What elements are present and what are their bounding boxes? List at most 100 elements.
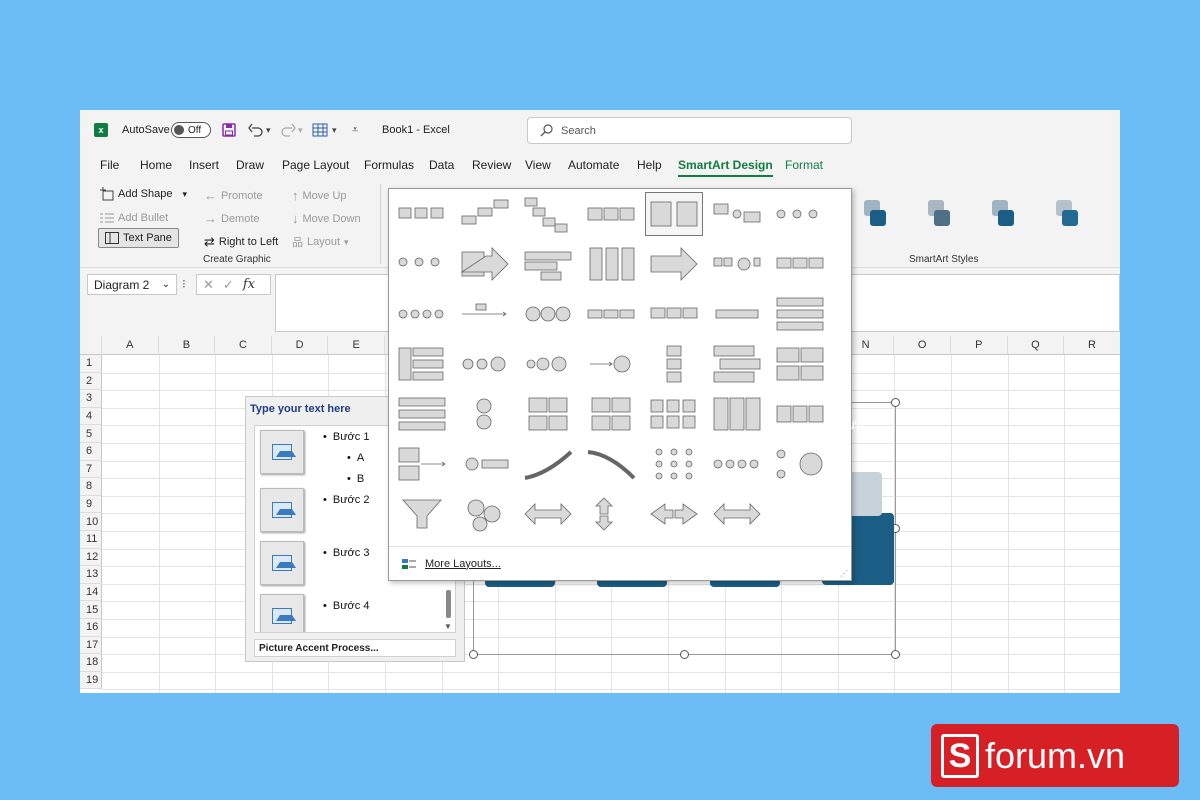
layout-thumbnail[interactable] [519,292,577,336]
column-header[interactable]: A [102,336,159,355]
layout-thumbnail[interactable] [519,192,577,236]
layout-thumbnail[interactable] [393,192,451,236]
layout-thumbnail[interactable] [582,442,640,486]
move-up-button[interactable]: ↑ Move Up [292,188,347,203]
layout-thumbnail[interactable] [582,342,640,386]
picture-placeholder-icon[interactable] [260,594,304,632]
layout-thumbnail[interactable] [393,292,451,336]
undo-icon[interactable] [248,110,264,150]
resize-handle[interactable] [469,650,478,659]
layout-thumbnail[interactable] [456,342,514,386]
tab-review[interactable]: Review [472,158,511,172]
column-header[interactable]: C [215,336,272,355]
layout-thumbnail[interactable] [519,342,577,386]
layout-thumbnail[interactable] [456,492,514,536]
tab-view[interactable]: View [525,158,551,172]
tab-format[interactable]: Format [785,158,823,172]
row-header[interactable]: 8 [80,478,102,496]
layout-thumbnail[interactable] [708,392,766,436]
tab-automate[interactable]: Automate [568,158,619,172]
layout-thumbnail[interactable] [519,392,577,436]
layout-thumbnail[interactable] [456,292,514,336]
save-icon[interactable] [222,110,236,150]
add-bullet-button[interactable]: Add Bullet [100,211,168,225]
picture-placeholder-icon[interactable] [260,488,304,532]
tab-smartart-design[interactable]: SmartArt Design [678,158,773,177]
scrollbar-thumb[interactable] [446,590,451,618]
row-header[interactable]: 12 [80,548,102,567]
layout-thumbnail[interactable] [519,242,577,286]
enter-icon[interactable]: ✓ [223,277,234,293]
tab-help[interactable]: Help [637,158,662,172]
layout-thumbnail[interactable] [393,392,451,436]
row-header[interactable]: 10 [80,513,102,531]
layout-thumbnail[interactable] [771,292,829,336]
layout-thumbnail[interactable] [645,292,703,336]
row-header[interactable]: 15 [80,601,102,619]
text-pane-bullet[interactable]: Bước 2 [323,494,370,506]
layout-thumbnail[interactable] [519,492,577,536]
customize-toolbar-icon[interactable]: ⩡ [352,110,358,150]
row-header[interactable]: 14 [80,583,102,602]
text-pane-bullet[interactable]: Bước 3 [323,547,370,559]
column-header[interactable]: Q [1007,336,1065,355]
row-header[interactable]: 11 [80,531,102,549]
row-header[interactable]: 4 [80,407,102,426]
smartart-style-3[interactable] [992,200,1014,228]
layout-thumbnail[interactable] [582,292,640,336]
layout-thumbnail[interactable] [393,492,451,536]
tab-page-layout[interactable]: Page Layout [282,158,349,172]
autosave-toggle[interactable]: Off [171,110,211,150]
row-header[interactable]: 19 [80,671,102,690]
row-header[interactable]: 18 [80,654,102,672]
column-header[interactable]: P [951,336,1008,355]
layout-thumbnail[interactable] [708,442,766,486]
resize-handle[interactable] [891,398,900,407]
tab-draw[interactable]: Draw [236,158,264,172]
tab-home[interactable]: Home [140,158,172,172]
layout-thumbnail[interactable] [456,242,514,286]
picture-placeholder-icon[interactable] [260,541,304,585]
tab-data[interactable]: Data [429,158,454,172]
row-header[interactable]: 5 [80,425,102,443]
layout-thumbnail[interactable] [582,192,640,236]
redo-icon[interactable] [280,110,296,150]
row-header[interactable]: 9 [80,495,102,514]
table-icon[interactable] [312,110,328,150]
layout-thumbnail[interactable] [645,192,703,236]
layout-thumbnail[interactable] [582,392,640,436]
layout-name-link[interactable]: Picture Accent Process... [254,639,456,657]
table-dropdown-icon[interactable]: ▾ [332,110,337,150]
cancel-icon[interactable]: ✕ [203,277,214,293]
promote-button[interactable]: ← Promote [204,188,263,203]
move-down-button[interactable]: ↓ Move Down [292,211,361,226]
column-header[interactable]: B [158,336,216,355]
layout-thumbnail[interactable] [771,442,829,486]
row-header[interactable]: 3 [80,390,102,408]
column-header[interactable]: D [271,336,329,355]
layout-thumbnail[interactable] [582,242,640,286]
text-pane-bullet[interactable]: Bước 1 [323,431,370,443]
select-all-corner[interactable] [80,336,102,355]
row-header[interactable]: 2 [80,372,102,391]
row-header[interactable]: 13 [80,566,102,584]
row-header[interactable]: 6 [80,443,102,461]
column-header[interactable]: O [894,336,951,355]
redo-dropdown-icon[interactable]: ▾ [298,110,303,150]
layout-thumbnail[interactable] [393,442,451,486]
layout-thumbnail[interactable] [708,242,766,286]
insert-function-icon[interactable]: fx [243,277,255,292]
layout-thumbnail[interactable] [393,342,451,386]
layout-thumbnail[interactable] [456,442,514,486]
text-pane-button[interactable]: Text Pane [98,228,179,248]
smartart-style-2[interactable] [928,200,950,228]
row-header[interactable]: 16 [80,619,102,637]
layout-thumbnail[interactable] [582,492,640,536]
row-header[interactable]: 17 [80,636,102,655]
layout-thumbnail[interactable] [645,492,703,536]
search-box[interactable]: Search [527,117,852,144]
column-header[interactable]: E [328,336,385,355]
smartart-style-4[interactable] [1056,200,1078,228]
layout-thumbnail[interactable] [456,392,514,436]
gallery-resize-grip-icon[interactable]: ⋰ [840,569,848,578]
